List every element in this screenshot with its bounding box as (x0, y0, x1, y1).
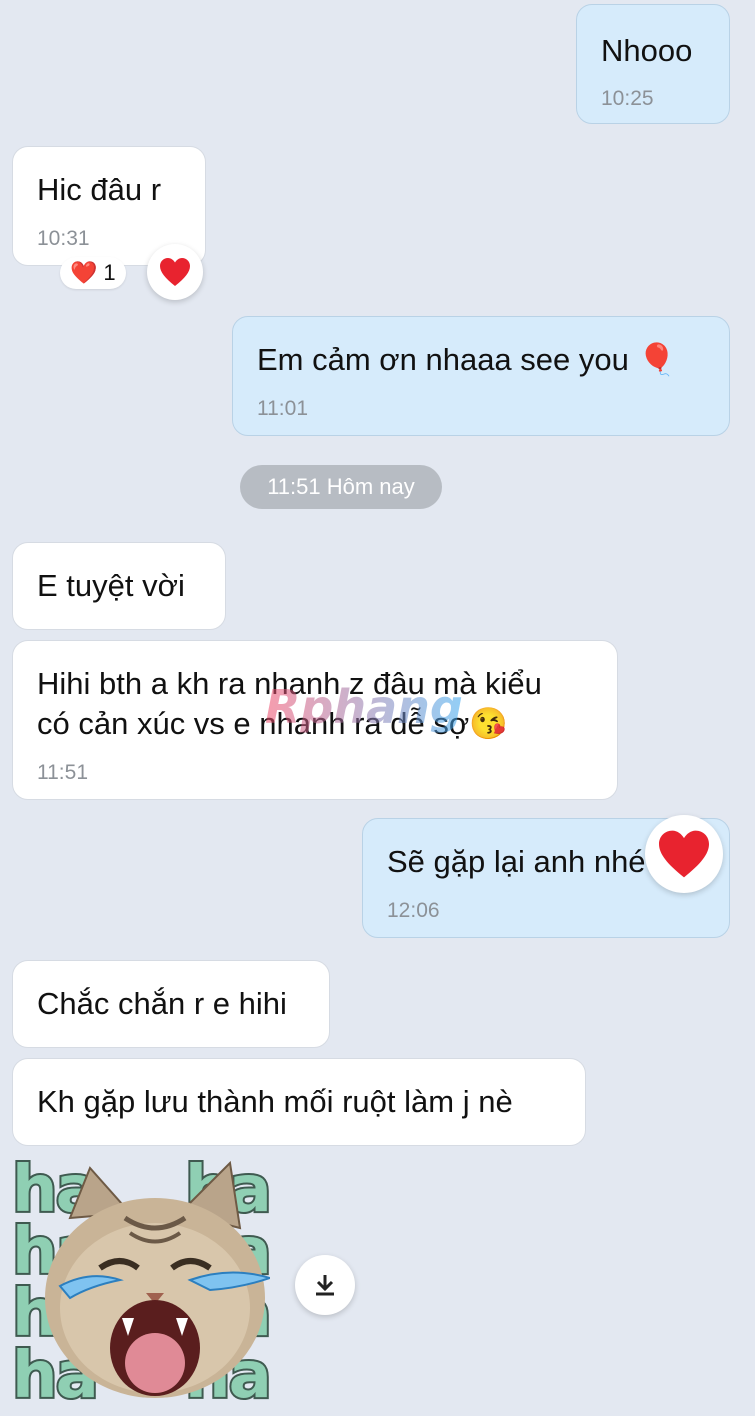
download-button[interactable] (295, 1255, 355, 1315)
laughing-cat-sticker[interactable]: ha ha ha ha ha ha ha ha (10, 1156, 280, 1410)
message-bubble-incoming[interactable]: E tuyệt vời (12, 542, 226, 630)
message-time: 12:06 (387, 899, 440, 922)
message-text: E tuyệt vời (37, 568, 185, 603)
message-time: 11:01 (257, 397, 308, 420)
watermark: Rphang (265, 680, 463, 734)
download-icon (316, 1275, 334, 1296)
reaction-summary[interactable]: ❤️ 1 (60, 257, 126, 289)
date-separator: 11:51 Hôm nay (240, 465, 442, 509)
message-bubble-outgoing[interactable]: Em cảm ơn nhaaa see you 🎈 11:01 (232, 316, 730, 436)
message-text: Hic đâu r (37, 172, 162, 207)
message-time: 10:31 (37, 227, 90, 250)
reaction-heart[interactable] (645, 815, 723, 893)
message-text: Sẽ gặp lại anh nhé (387, 844, 646, 879)
message-time: 11:51 (37, 761, 88, 784)
cat-face-icon (45, 1160, 270, 1398)
message-bubble-outgoing[interactable]: Nhooo 10:25 (576, 4, 730, 124)
reaction-count: 1 (103, 260, 116, 285)
message-bubble-incoming[interactable]: Chắc chắn r e hihi (12, 960, 330, 1048)
message-text: Nhooo (601, 33, 693, 68)
message-bubble-incoming[interactable]: Kh gặp lưu thành mối ruột làm j nè (12, 1058, 586, 1146)
message-text: Em cảm ơn nhaaa see you 🎈 (257, 342, 677, 377)
heart-icon: ❤️ (70, 260, 98, 285)
heart-icon (659, 830, 709, 878)
heart-icon (160, 258, 190, 286)
message-text: Kh gặp lưu thành mối ruột làm j nè (37, 1084, 513, 1119)
react-button[interactable] (147, 244, 203, 300)
message-text: Chắc chắn r e hihi (37, 986, 287, 1021)
message-time: 10:25 (601, 87, 654, 110)
